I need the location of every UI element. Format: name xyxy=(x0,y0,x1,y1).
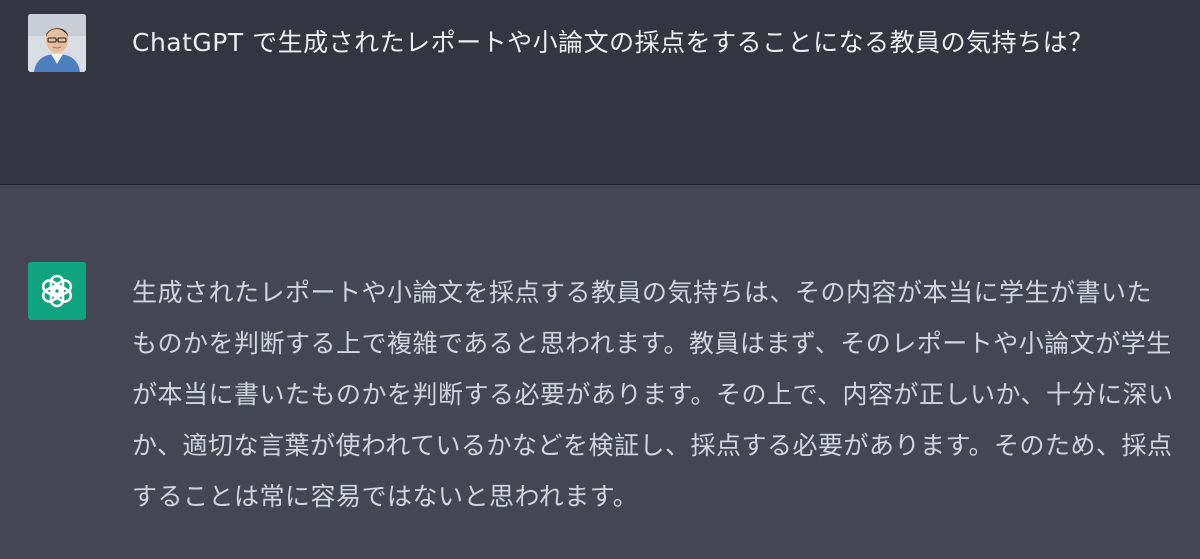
user-message-row: ChatGPT で生成されたレポートや小論文の採点をすることになる教員の気持ちは… xyxy=(0,0,1200,185)
openai-logo-icon xyxy=(41,274,73,308)
assistant-message-row: 生成されたレポートや小論文を採点する教員の気持ちは、その内容が本当に学生が書いた… xyxy=(0,185,1200,559)
user-message-text: ChatGPT で生成されたレポートや小論文の採点をすることになる教員の気持ちは… xyxy=(132,28,1094,57)
user-photo-icon xyxy=(28,14,86,72)
assistant-avatar xyxy=(28,262,86,320)
user-avatar xyxy=(28,14,86,72)
assistant-message-text: 生成されたレポートや小論文を採点する教員の気持ちは、その内容が本当に学生が書いた… xyxy=(132,278,1174,511)
